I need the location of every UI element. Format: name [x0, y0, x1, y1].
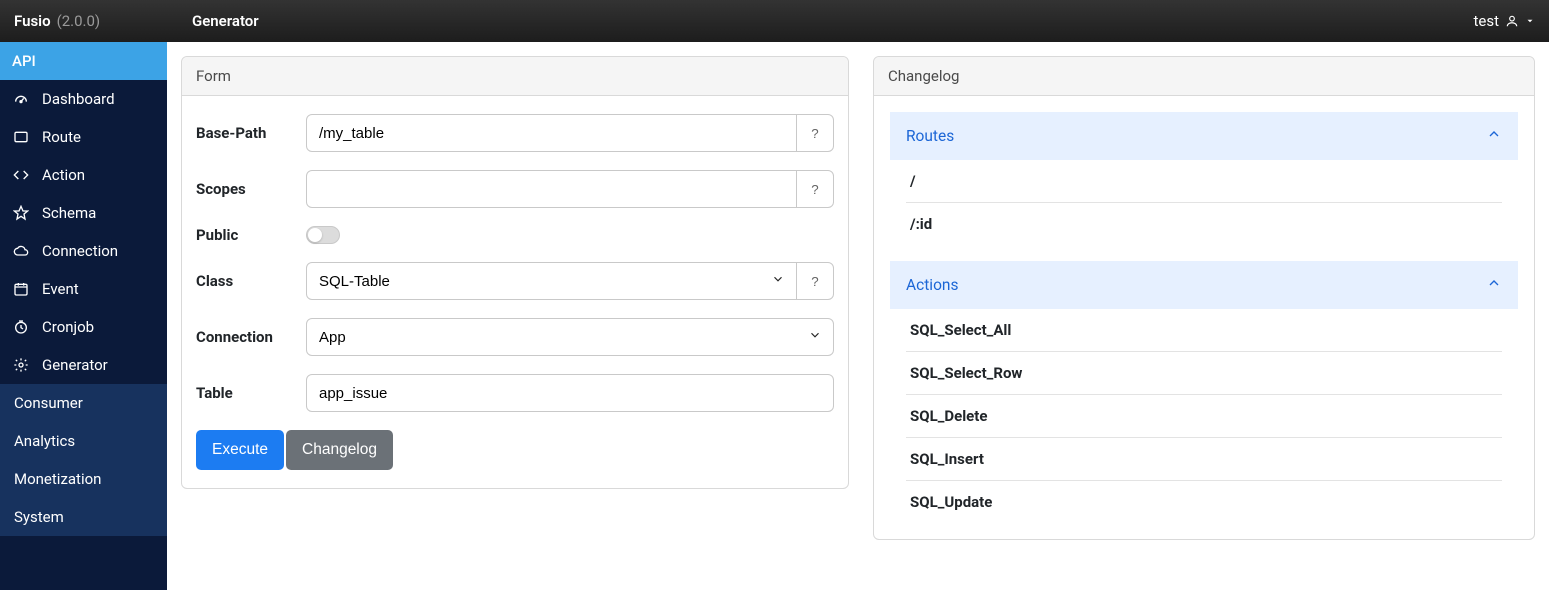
sidebar-item-cronjob[interactable]: Cronjob — [0, 308, 167, 346]
sidebar-section-system[interactable]: System — [0, 498, 167, 536]
form-panel: Form Base-Path ? Scopes ? — [181, 56, 849, 489]
sidebar-item-label: Dashboard — [42, 90, 115, 108]
changelog-panel-header: Changelog — [874, 57, 1534, 96]
form-panel-header: Form — [182, 57, 848, 96]
route-item: /:id — [906, 203, 1502, 245]
sidebar-section-monetization[interactable]: Monetization — [0, 460, 167, 498]
sidebar-item-route[interactable]: Route — [0, 118, 167, 156]
sidebar-item-label: Event — [42, 280, 79, 298]
cloud-icon — [12, 243, 30, 259]
sidebar-section-label: Analytics — [14, 432, 75, 450]
scopes-help-button[interactable]: ? — [796, 170, 834, 208]
cog-icon — [12, 357, 30, 373]
changelog-panel: Changelog Routes / /:id Actions — [873, 56, 1535, 540]
sidebar-section-consumer[interactable]: Consumer — [0, 384, 167, 422]
sidebar-section-label: System — [14, 508, 64, 526]
route-icon — [12, 129, 30, 145]
sidebar-item-generator[interactable]: Generator — [0, 346, 167, 384]
scopes-label: Scopes — [196, 180, 306, 198]
changelog-button[interactable]: Changelog — [286, 430, 393, 470]
connection-select[interactable] — [306, 318, 834, 356]
routes-accordion-header[interactable]: Routes — [890, 112, 1518, 160]
sidebar-item-schema[interactable]: Schema — [0, 194, 167, 232]
page-title: Generator — [192, 12, 259, 30]
sidebar-item-connection[interactable]: Connection — [0, 232, 167, 270]
sidebar-item-event[interactable]: Event — [0, 270, 167, 308]
action-item: SQL_Delete — [906, 395, 1502, 438]
user-icon — [1505, 14, 1519, 28]
calendar-icon — [12, 281, 30, 297]
routes-accordion: Routes / /:id — [890, 112, 1518, 245]
route-item: / — [906, 160, 1502, 203]
caret-down-icon — [1525, 16, 1535, 26]
table-input[interactable] — [306, 374, 834, 412]
main-content: Form Base-Path ? Scopes ? — [167, 42, 1549, 590]
class-label: Class — [196, 272, 306, 290]
sidebar-section-analytics[interactable]: Analytics — [0, 422, 167, 460]
code-icon — [12, 167, 30, 183]
action-item: SQL_Update — [906, 481, 1502, 523]
basepath-help-button[interactable]: ? — [796, 114, 834, 152]
chevron-up-icon — [1486, 126, 1502, 146]
actions-accordion-header[interactable]: Actions — [890, 261, 1518, 309]
brand-name: Fusio — [14, 12, 51, 30]
user-name: test — [1473, 12, 1499, 30]
action-item: SQL_Select_Row — [906, 352, 1502, 395]
public-label: Public — [196, 226, 306, 244]
sidebar-item-action[interactable]: Action — [0, 156, 167, 194]
star-icon — [12, 205, 30, 221]
action-item: SQL_Insert — [906, 438, 1502, 481]
sidebar-section-api[interactable]: API — [0, 42, 167, 80]
sidebar-item-label: Schema — [42, 204, 96, 222]
table-label: Table — [196, 384, 306, 402]
gauge-icon — [12, 91, 30, 107]
scopes-input[interactable] — [306, 170, 797, 208]
basepath-label: Base-Path — [196, 124, 306, 142]
sidebar: API Dashboard Route Action Schema — [0, 42, 167, 590]
brand-version: (2.0.0) — [57, 12, 101, 30]
brand: Fusio (2.0.0) — [14, 12, 192, 30]
class-help-button[interactable]: ? — [796, 262, 834, 300]
sidebar-section-label: Monetization — [14, 470, 101, 488]
sidebar-item-dashboard[interactable]: Dashboard — [0, 80, 167, 118]
sidebar-item-label: Route — [42, 128, 81, 146]
action-item: SQL_Select_All — [906, 309, 1502, 352]
routes-accordion-label: Routes — [906, 127, 954, 145]
actions-accordion: Actions SQL_Select_All SQL_Select_Row SQ… — [890, 261, 1518, 523]
sidebar-item-label: Cronjob — [42, 318, 94, 336]
execute-button[interactable]: Execute — [196, 430, 284, 470]
routes-list: / /:id — [906, 160, 1502, 245]
sidebar-item-label: Connection — [42, 242, 118, 260]
actions-accordion-label: Actions — [906, 276, 958, 294]
chevron-up-icon — [1486, 275, 1502, 295]
connection-label: Connection — [196, 328, 306, 346]
public-toggle[interactable] — [306, 226, 340, 244]
sidebar-item-label: Action — [42, 166, 85, 184]
sidebar-section-label: API — [12, 52, 36, 70]
topbar: Fusio (2.0.0) Generator test — [0, 0, 1549, 42]
sidebar-section-label: Consumer — [14, 394, 83, 412]
actions-list: SQL_Select_All SQL_Select_Row SQL_Delete… — [906, 309, 1502, 523]
class-select[interactable] — [306, 262, 797, 300]
sidebar-item-label: Generator — [42, 356, 108, 374]
user-menu[interactable]: test — [1473, 12, 1535, 30]
clock-icon — [12, 319, 30, 335]
basepath-input[interactable] — [306, 114, 797, 152]
